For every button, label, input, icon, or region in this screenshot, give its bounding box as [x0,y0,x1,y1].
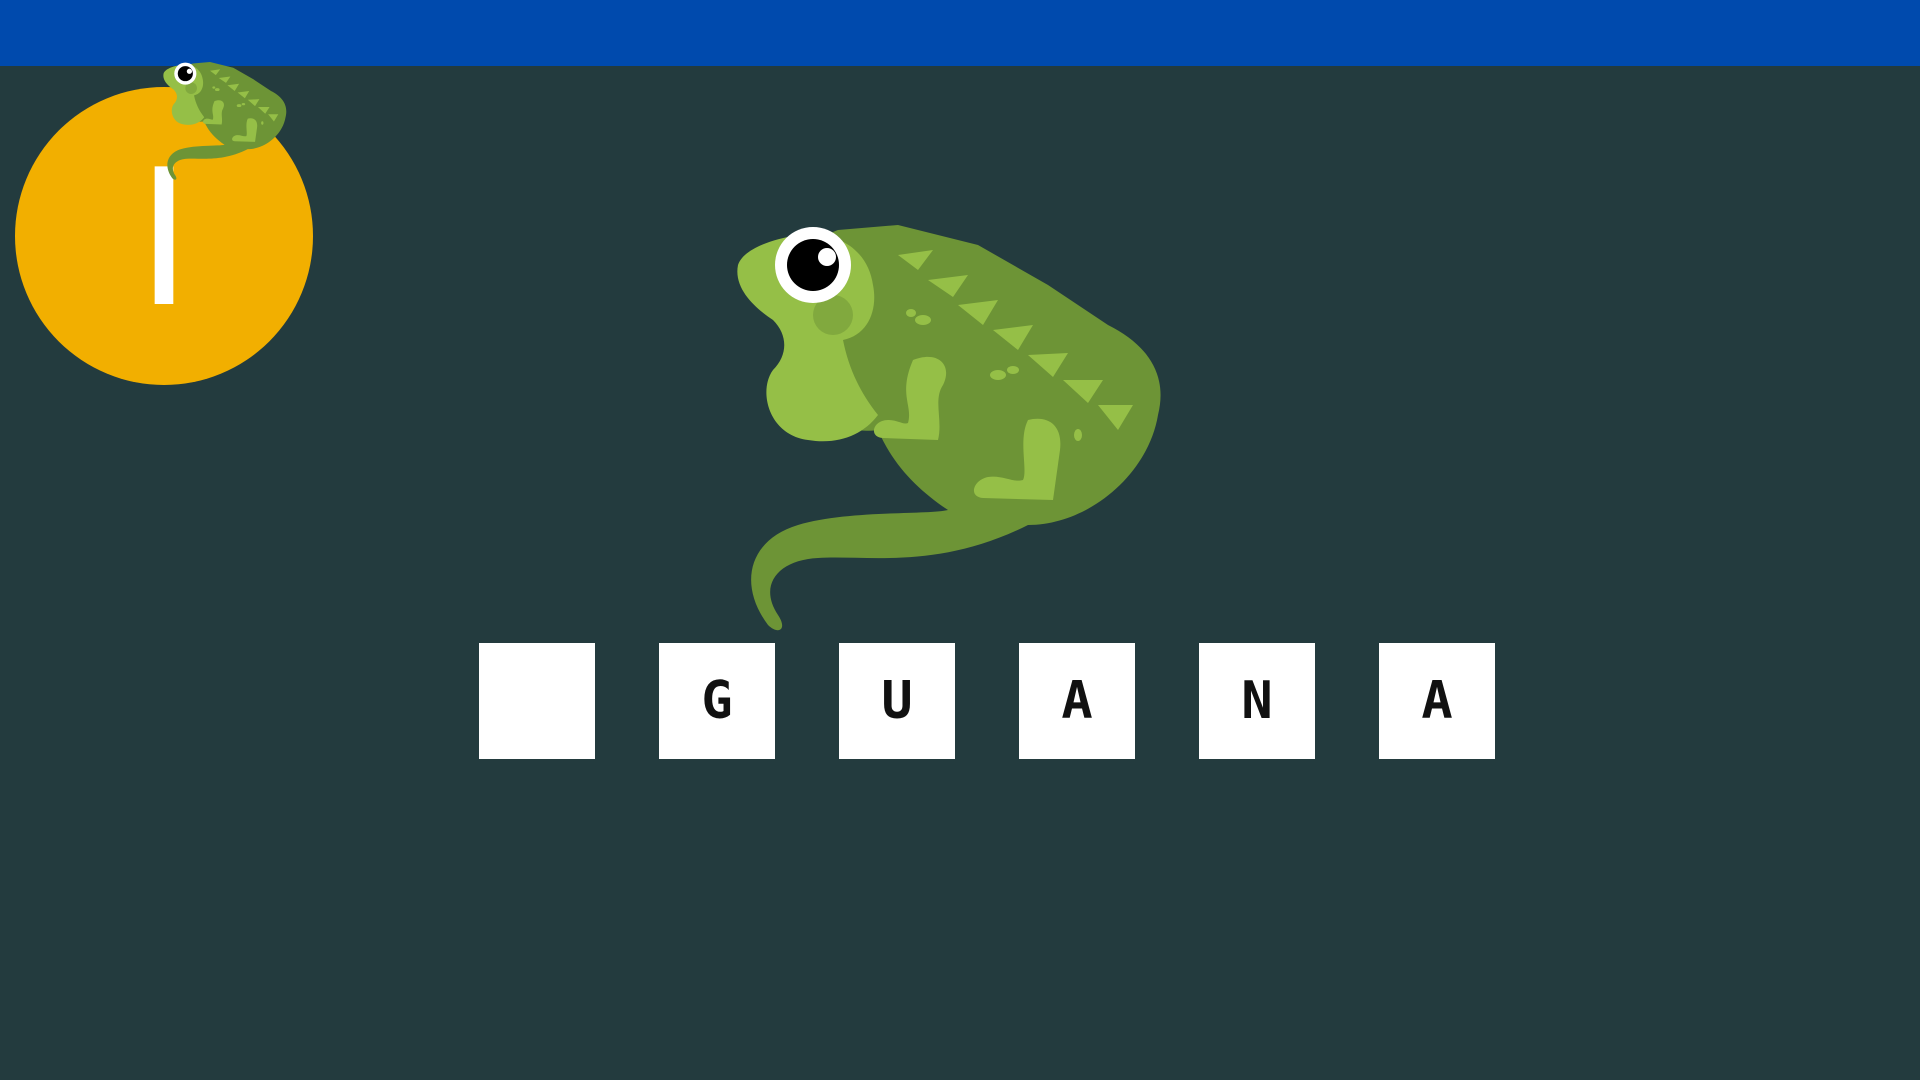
letter-tile-blank[interactable] [479,643,595,759]
letter-tiles: G U A N A [479,643,1496,760]
iguana-illustration-shape [737,225,1161,631]
top-bar [0,0,1920,66]
letter-tile[interactable]: N [1199,643,1315,759]
iguana-illustration [737,225,1161,631]
letter-tile[interactable]: A [1379,643,1495,759]
letter-tile[interactable]: A [1019,643,1135,759]
iguana-icon-shape [163,62,287,180]
letter-tile[interactable]: G [659,643,775,759]
letter-tile[interactable]: U [839,643,955,759]
iguana-icon [163,62,287,180]
